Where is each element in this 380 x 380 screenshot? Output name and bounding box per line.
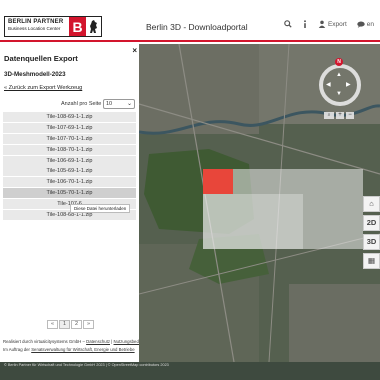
tile-download-item[interactable]: Tile-105-70-1-1.zip — [3, 188, 136, 199]
panel-title: Datenquellen Export — [4, 54, 78, 63]
pan-left-icon[interactable]: ◀ — [326, 81, 331, 88]
tile-download-item[interactable]: Tile-108-70-1-1.zip — [3, 144, 136, 155]
user-export-icon — [318, 20, 326, 28]
header: BERLIN PARTNER Business Location Center … — [0, 0, 380, 42]
pan-right-icon[interactable]: ▶ — [346, 81, 351, 88]
senate-link[interactable]: Senatsverwaltung für Wirtschaft, Energie… — [31, 347, 134, 352]
pager-page-2[interactable]: 2 — [71, 320, 82, 329]
export-button[interactable]: Export — [318, 20, 347, 28]
magnifier-icon: ⌕ — [324, 112, 334, 119]
home-button[interactable]: ⌂ — [363, 196, 380, 212]
privacy-link[interactable]: Datenschutz — [86, 339, 110, 344]
logo-line2: Business Location Center — [8, 26, 61, 31]
tile-download-item[interactable]: Tile-106-69-1-1.zip — [3, 155, 136, 166]
logo-b-mark: B — [69, 17, 86, 36]
per-page-label: Anzahl pro Seite — [61, 101, 102, 107]
berlin-bear-icon — [86, 17, 101, 36]
berlin-partner-logo[interactable]: BERLIN PARTNER Business Location Center … — [4, 16, 102, 37]
map-layer-button[interactable]: ▦ — [363, 253, 380, 269]
map-view[interactable]: N ▲ ▼ ◀ ▶ ⌕ + − ⌂ 2D 3D ▦ — [139, 44, 380, 362]
pagination: « 1 2 » — [47, 320, 95, 329]
view-2d-button[interactable]: 2D — [363, 215, 380, 231]
zoom-out-button[interactable]: − — [346, 112, 354, 119]
map-footer: © Berlin Partner für Wirtschaft und Tech… — [0, 362, 380, 380]
download-tooltip: Diese Datei herunterladen — [70, 204, 131, 213]
tile-download-item[interactable]: Tile-107-70-1-1.zip — [3, 133, 136, 144]
tile-download-item[interactable]: Tile-108-69-1-1.zip — [3, 112, 136, 122]
per-page-value: 10 — [106, 101, 113, 107]
page-title: Berlin 3D - Downloadportal — [146, 22, 248, 32]
info-icon[interactable] — [302, 20, 308, 28]
pager-prev-button[interactable]: « — [47, 320, 58, 329]
language-label: en — [366, 20, 374, 28]
export-panel: Datenquellen Export × 3D-Meshmodell-2023… — [0, 44, 139, 344]
export-label: Export — [327, 20, 347, 28]
tile-download-item[interactable]: Tile-107-69-1-1.zip — [3, 122, 136, 133]
speech-bubble-icon — [357, 21, 365, 28]
north-indicator: N — [335, 58, 343, 66]
language-button[interactable]: en — [357, 21, 374, 28]
logo-line1: BERLIN PARTNER — [8, 19, 64, 25]
chevron-down-icon: ⌄ — [126, 101, 132, 107]
back-to-export-link[interactable]: « Zurück zum Export Werkzeug — [4, 85, 82, 91]
pager-page-1[interactable]: 1 — [59, 320, 70, 329]
pan-up-icon[interactable]: ▲ — [336, 72, 342, 78]
tile-download-item[interactable]: Tile-105-69-1-1.zip — [3, 166, 136, 177]
zoom-in-button[interactable]: + — [336, 112, 344, 119]
per-page-select[interactable]: 10 ⌄ — [103, 99, 135, 109]
pan-down-icon[interactable]: ▼ — [336, 91, 342, 97]
view-3d-button[interactable]: 3D — [363, 234, 380, 250]
search-icon[interactable] — [284, 20, 292, 28]
dataset-title: 3D-Meshmodell-2023 — [4, 71, 66, 78]
selected-tile-marker — [203, 169, 233, 194]
close-icon[interactable]: × — [132, 46, 137, 55]
pager-next-button[interactable]: » — [83, 320, 94, 329]
tile-download-item[interactable]: Tile-106-70-1-1.zip — [3, 177, 136, 188]
